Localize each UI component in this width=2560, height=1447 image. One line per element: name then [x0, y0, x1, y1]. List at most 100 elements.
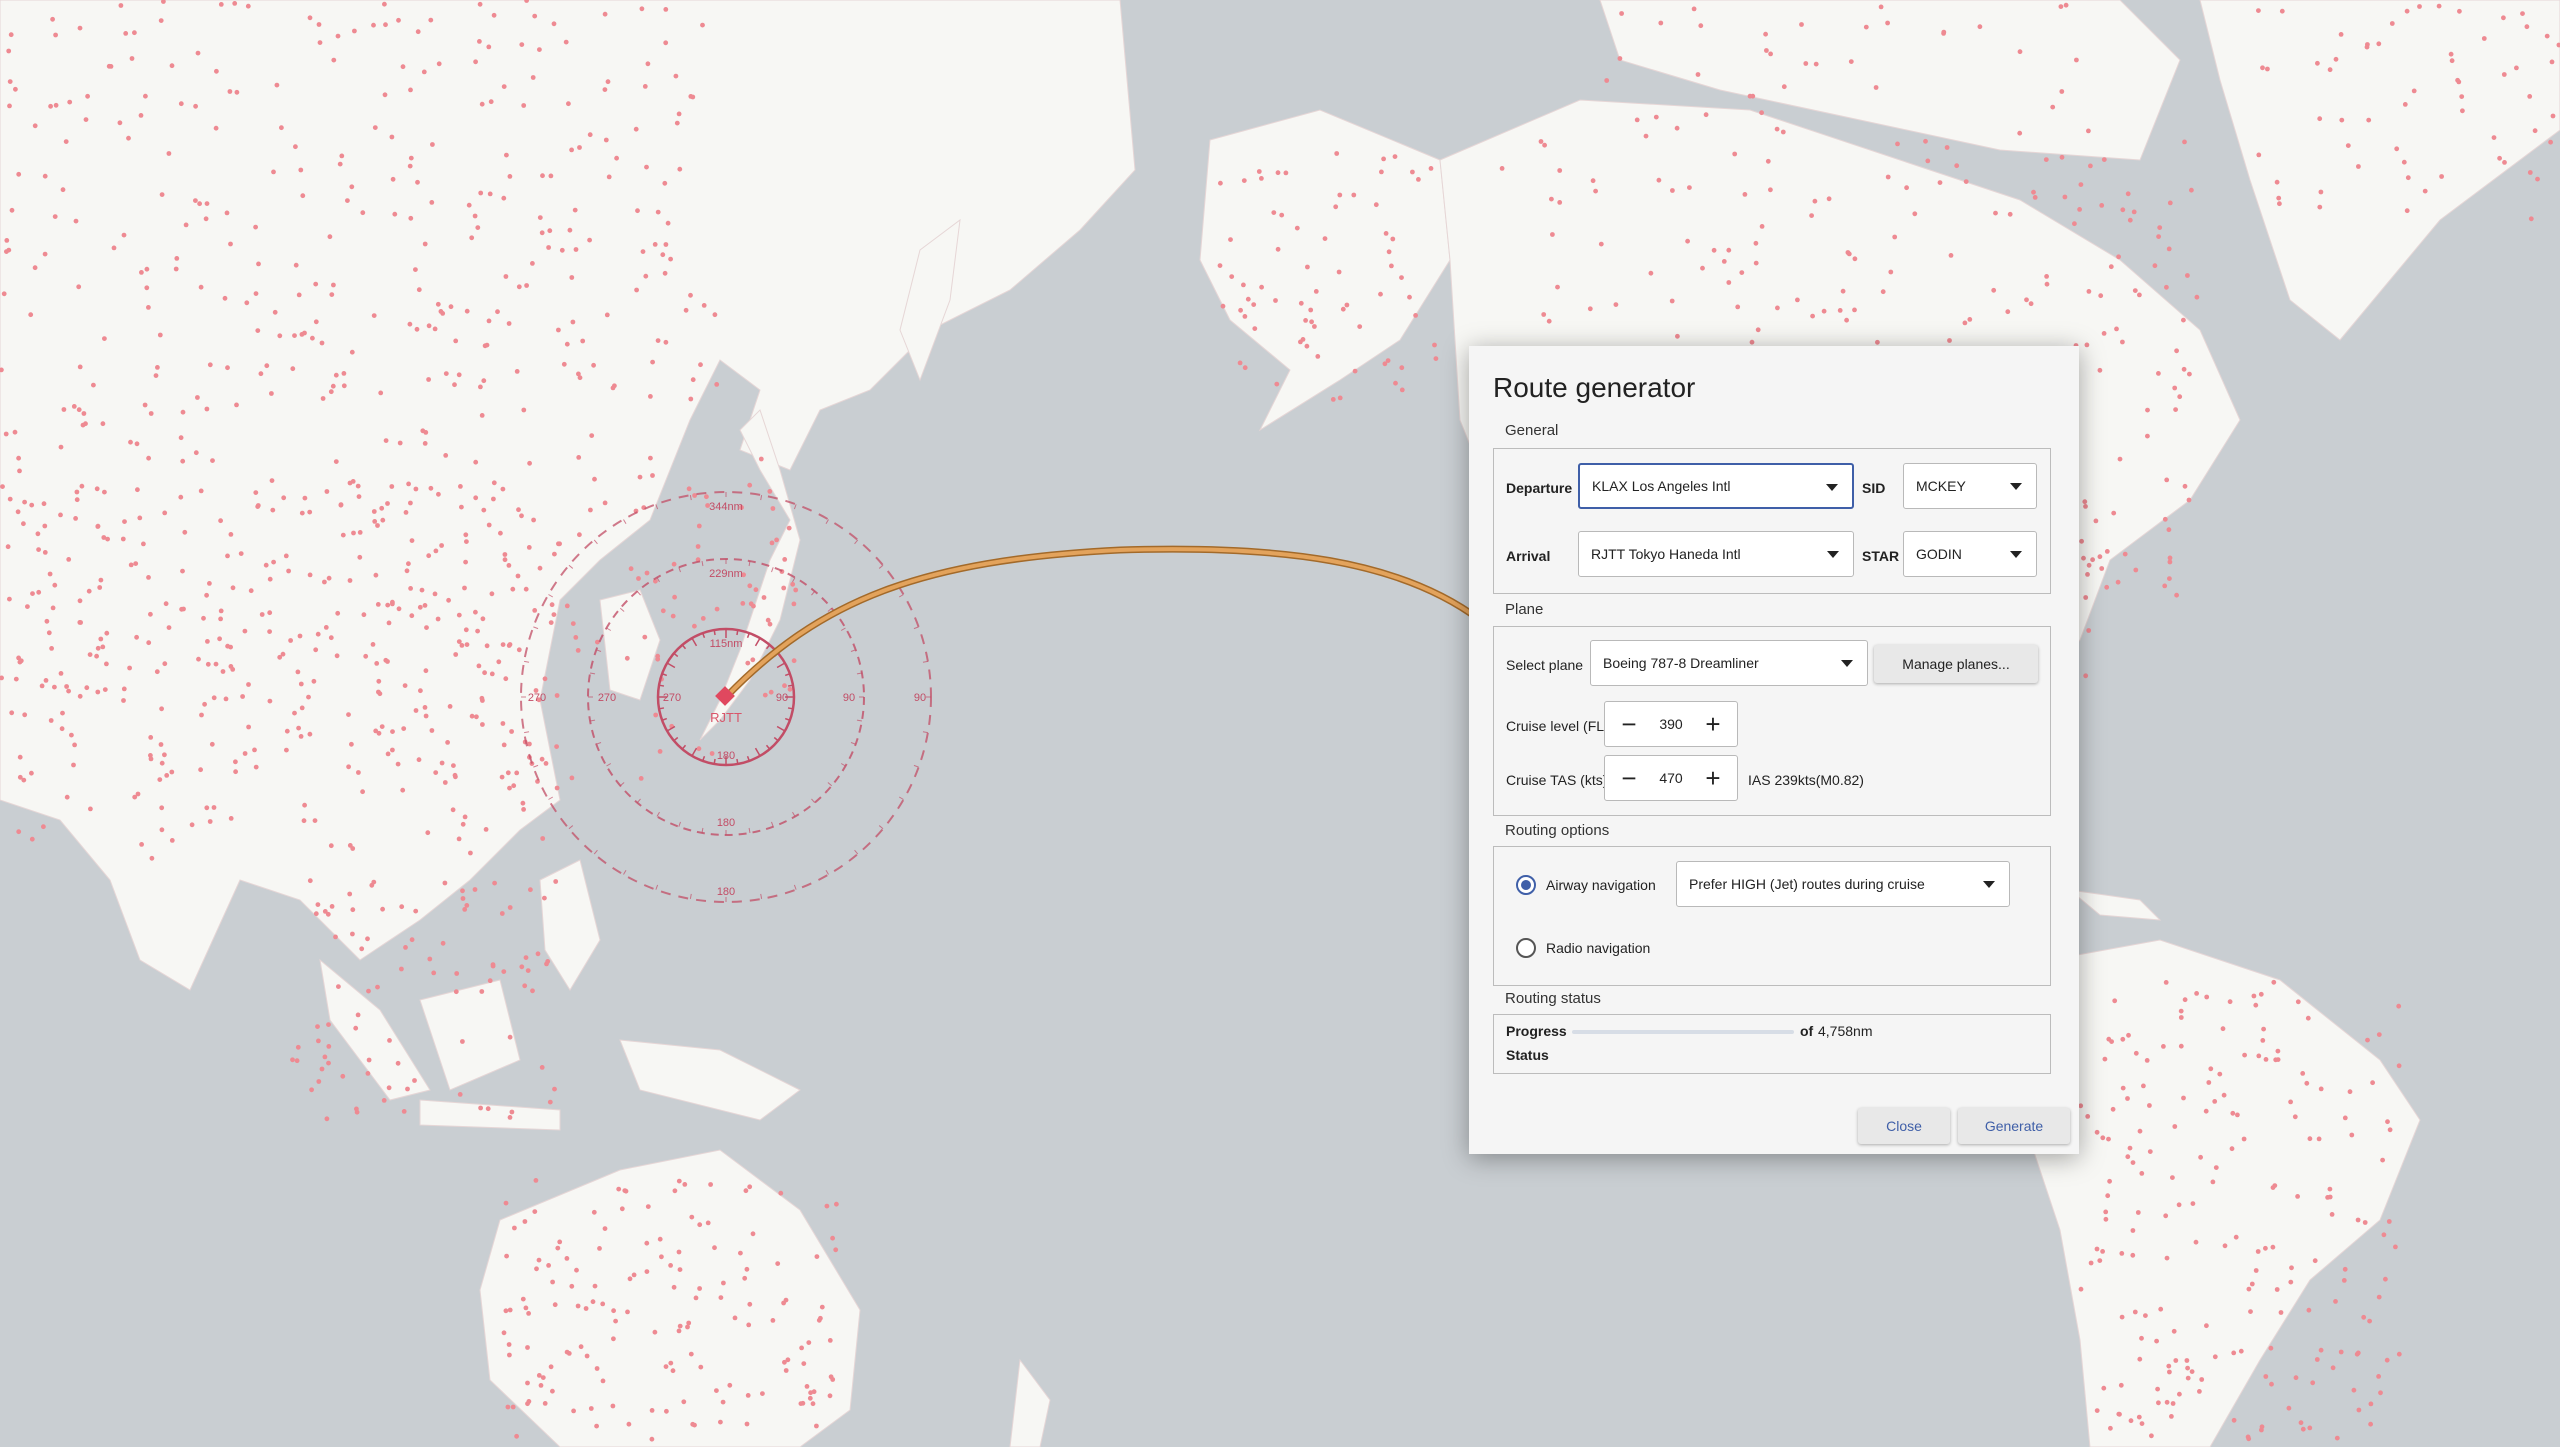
airport-dot[interactable]: [1283, 170, 1289, 176]
airport-dot[interactable]: [1799, 22, 1804, 27]
airport-dot[interactable]: [489, 671, 495, 677]
airport-dot[interactable]: [458, 484, 463, 489]
airport-dot[interactable]: [428, 17, 434, 23]
airport-dot[interactable]: [2108, 1425, 2113, 1431]
airport-dot[interactable]: [225, 553, 230, 559]
airport-dot[interactable]: [2367, 1318, 2373, 1324]
airport-dot[interactable]: [431, 970, 437, 976]
route-preference-select[interactable]: Prefer HIGH (Jet) routes during cruise: [1676, 861, 2010, 907]
airport-dot[interactable]: [2043, 157, 2049, 163]
airport-dot[interactable]: [2327, 67, 2333, 73]
airport-dot[interactable]: [2544, 33, 2550, 39]
airport-dot[interactable]: [6, 48, 12, 54]
airport-dot[interactable]: [121, 698, 126, 703]
airport-dot[interactable]: [2362, 1220, 2368, 1225]
airport-dot[interactable]: [2457, 8, 2462, 14]
airport-dot[interactable]: [1721, 259, 1727, 264]
airport-dot[interactable]: [2131, 209, 2137, 215]
airport-dot[interactable]: [671, 561, 677, 567]
airport-dot[interactable]: [516, 507, 521, 513]
airport-dot[interactable]: [633, 126, 639, 132]
airport-dot[interactable]: [478, 1105, 483, 1111]
airport-dot[interactable]: [408, 215, 414, 221]
airport-dot[interactable]: [280, 651, 286, 657]
airport-dot[interactable]: [60, 710, 65, 716]
airport-dot[interactable]: [2097, 554, 2103, 560]
airport-dot[interactable]: [590, 1299, 596, 1305]
airport-dot[interactable]: [2130, 1160, 2136, 1165]
airport-dot[interactable]: [2103, 1216, 2109, 1222]
airport-dot[interactable]: [1780, 129, 1786, 135]
airport-dot[interactable]: [538, 1383, 544, 1388]
airport-dot[interactable]: [546, 245, 551, 250]
airport-dot[interactable]: [605, 79, 611, 85]
airport-dot[interactable]: [162, 661, 168, 667]
airport-dot[interactable]: [72, 742, 77, 748]
airport-dot[interactable]: [390, 601, 395, 607]
airport-dot[interactable]: [2017, 130, 2023, 136]
airport-dot[interactable]: [577, 532, 582, 538]
airport-dot[interactable]: [2161, 1044, 2166, 1049]
airport-dot[interactable]: [397, 440, 403, 446]
airport-dot[interactable]: [1687, 185, 1692, 191]
airport-dot[interactable]: [307, 572, 313, 578]
airport-dot[interactable]: [519, 513, 524, 519]
airport-dot[interactable]: [2005, 309, 2011, 315]
airport-dot[interactable]: [162, 752, 167, 758]
airport-dot[interactable]: [2097, 1258, 2103, 1263]
airport-dot[interactable]: [316, 22, 322, 27]
airport-dot[interactable]: [386, 620, 392, 626]
airport-dot[interactable]: [2109, 1039, 2115, 1044]
airport-dot[interactable]: [374, 661, 380, 666]
airport-dot[interactable]: [670, 1368, 676, 1374]
airport-dot[interactable]: [622, 1188, 628, 1193]
airport-dot[interactable]: [259, 612, 265, 617]
airport-dot[interactable]: [1669, 298, 1675, 304]
airport-dot[interactable]: [2256, 1053, 2262, 1059]
airport-dot[interactable]: [8, 32, 14, 38]
airport-dot[interactable]: [1217, 263, 1223, 268]
airport-dot[interactable]: [1313, 289, 1319, 294]
airport-dot[interactable]: [1613, 302, 1619, 307]
airport-dot[interactable]: [663, 339, 669, 345]
airport-dot[interactable]: [478, 384, 483, 390]
airport-dot[interactable]: [361, 612, 367, 618]
airport-dot[interactable]: [2370, 1080, 2376, 1086]
airport-dot[interactable]: [610, 385, 616, 391]
airport-dot[interactable]: [101, 535, 107, 540]
airport-dot[interactable]: [2194, 294, 2200, 300]
airport-dot[interactable]: [521, 103, 527, 108]
airport-dot[interactable]: [143, 93, 148, 99]
airport-dot[interactable]: [97, 585, 103, 590]
airport-dot[interactable]: [510, 1404, 516, 1410]
airport-dot[interactable]: [428, 485, 434, 491]
airport-dot[interactable]: [102, 687, 108, 692]
airport-dot[interactable]: [299, 705, 305, 711]
airport-dot[interactable]: [204, 805, 210, 811]
airport-dot[interactable]: [563, 39, 569, 45]
airport-dot[interactable]: [432, 326, 438, 332]
airport-dot[interactable]: [507, 174, 513, 179]
airport-dot[interactable]: [295, 669, 301, 675]
airport-dot[interactable]: [814, 1254, 820, 1259]
airport-dot[interactable]: [311, 678, 317, 684]
airport-dot[interactable]: [2145, 407, 2150, 413]
airport-dot[interactable]: [2501, 72, 2507, 77]
airport-dot[interactable]: [1962, 320, 1968, 326]
airport-dot[interactable]: [637, 474, 643, 480]
airport-dot[interactable]: [360, 789, 365, 795]
airport-dot[interactable]: [298, 734, 304, 739]
airport-dot[interactable]: [507, 1307, 513, 1313]
airport-dot[interactable]: [639, 6, 645, 12]
airport-dot[interactable]: [2376, 41, 2382, 47]
airport-dot[interactable]: [1351, 192, 1357, 198]
airport-dot[interactable]: [390, 729, 395, 734]
airport-dot[interactable]: [228, 664, 234, 669]
airport-dot[interactable]: [574, 1267, 579, 1273]
airport-dot[interactable]: [1948, 253, 1954, 258]
airport-dot[interactable]: [134, 441, 140, 447]
airport-dot[interactable]: [2162, 516, 2168, 522]
airport-dot[interactable]: [537, 215, 543, 221]
airport-dot[interactable]: [488, 99, 494, 105]
airport-dot[interactable]: [52, 684, 57, 690]
